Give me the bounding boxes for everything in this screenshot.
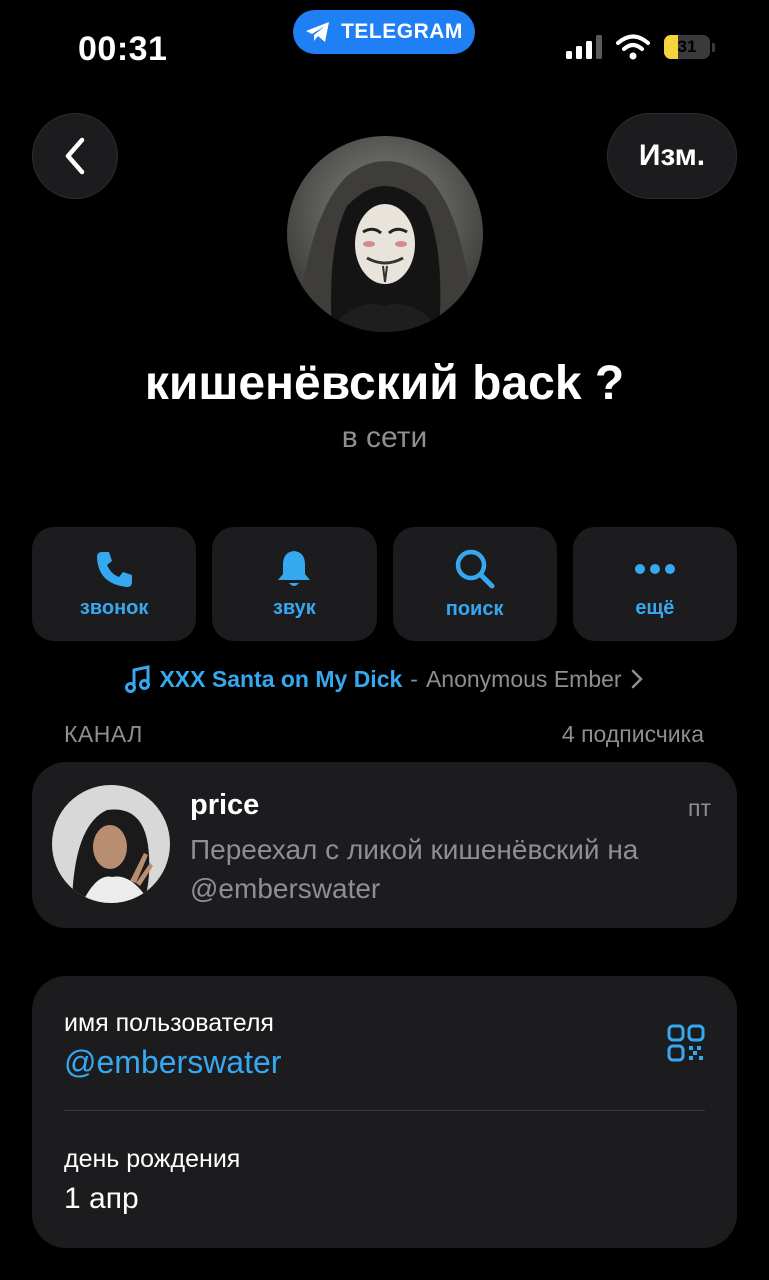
avatar-image — [287, 136, 483, 332]
status-time: 00:31 — [78, 30, 168, 68]
divider — [64, 1110, 705, 1111]
wifi-icon — [616, 34, 650, 60]
phone-icon — [97, 551, 133, 587]
search-icon — [455, 549, 495, 588]
channel-section-title: КАНАЛ — [64, 721, 143, 747]
telegram-pill[interactable]: TELEGRAM — [293, 10, 475, 54]
username-label: имя пользователя — [64, 1009, 274, 1037]
bell-icon — [278, 550, 311, 586]
back-button[interactable] — [32, 113, 118, 199]
battery-cap — [712, 42, 715, 52]
channel-avatar-image — [52, 785, 170, 903]
battery-fill — [664, 35, 679, 59]
status-icons: 31 — [566, 34, 715, 60]
profile-avatar[interactable] — [287, 136, 483, 332]
sound-button[interactable]: звук — [212, 527, 377, 641]
profile-name: кишенёвский back ? — [144, 357, 625, 410]
chevron-right-icon — [631, 669, 643, 689]
action-bar: звонок звук поиск ещё — [32, 527, 737, 641]
channel-date: пт — [688, 795, 711, 821]
birthday-value: 1 апр — [64, 1182, 139, 1215]
call-button[interactable]: звонок — [32, 527, 197, 641]
music-note-icon — [125, 665, 151, 693]
more-label: ещё — [635, 596, 675, 619]
more-icon — [634, 563, 675, 574]
channel-card[interactable]: price пт Переехал с ликой кишенёвский на… — [32, 762, 737, 928]
more-button[interactable]: ещё — [572, 527, 737, 641]
search-label: поиск — [445, 597, 504, 620]
qr-code-icon[interactable] — [667, 1024, 705, 1062]
signal-icon — [566, 35, 602, 59]
telegram-pill-label: TELEGRAM — [341, 20, 463, 43]
music-link[interactable]: XXX Santa on My Dick - Anonymous Ember — [0, 665, 769, 693]
channel-subscribers: 4 подписчика — [561, 721, 704, 747]
edit-button[interactable]: Изм. — [607, 113, 737, 199]
channel-title: price — [190, 789, 260, 821]
music-artist: Anonymous Ember — [425, 665, 622, 692]
info-card: имя пользователя @emberswater день рожде… — [32, 976, 737, 1248]
birthday-label: день рождения — [64, 1145, 241, 1173]
call-label: звонок — [79, 596, 149, 619]
profile-status: в сети — [341, 421, 428, 454]
telegram-icon — [306, 22, 330, 42]
username-value[interactable]: @emberswater — [64, 1044, 281, 1081]
battery-icon: 31 — [664, 35, 710, 59]
battery-level: 31 — [677, 37, 697, 56]
music-separator: - — [410, 665, 418, 692]
channel-last-post: Переехал с ликой кишенёвский на @embersw… — [190, 834, 639, 904]
chevron-left-icon — [65, 137, 85, 175]
channel-avatar — [52, 785, 170, 903]
sound-label: звук — [272, 596, 316, 619]
search-button[interactable]: поиск — [392, 527, 557, 641]
music-title: XXX Santa on My Dick — [159, 665, 403, 692]
